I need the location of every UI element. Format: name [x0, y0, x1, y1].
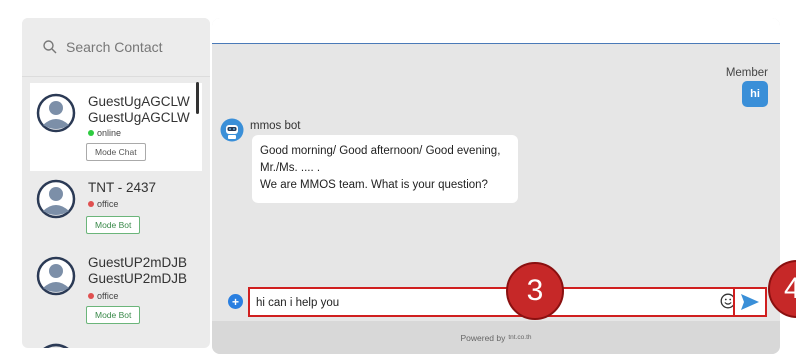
chat-console: Search Contact GuestUgAGCLW GuestUgAGCLW…	[0, 0, 796, 356]
mode-chat-button[interactable]: Mode Chat	[86, 143, 146, 161]
contact-name: TNT - 2437	[88, 180, 157, 195]
status-text: office	[97, 291, 119, 301]
avatar	[36, 179, 76, 219]
powered-by-label: Powered by	[460, 332, 506, 343]
mode-bot-button[interactable]: Mode Bot	[86, 306, 141, 324]
contact-name: GuestUP2mDJB GuestUP2mDJB	[88, 255, 188, 286]
avatar	[36, 93, 76, 133]
send-button[interactable]	[739, 292, 761, 312]
contact-list: GuestUgAGCLW GuestUgAGCLW online Mode Ch…	[22, 78, 210, 348]
scrollbar[interactable]	[196, 82, 199, 114]
status-dot	[88, 130, 94, 136]
chat-header	[212, 18, 780, 44]
avatar	[43, 343, 69, 348]
powered-by-domain: tnt.co.th	[508, 334, 532, 341]
contact-status: online	[88, 128, 121, 138]
avatar	[36, 256, 76, 296]
member-label: Member	[725, 67, 768, 79]
contact-item[interactable]: GuestUP2mDJB GuestUP2mDJB office Mode Bo…	[30, 250, 202, 340]
member-message: hi	[742, 81, 768, 107]
contact-status: office	[88, 291, 118, 301]
step-3-badge: 3	[506, 262, 564, 320]
bot-message-line: We are MMOS team. What is your question?	[260, 179, 488, 191]
bot-message-line: Good morning/ Good afternoon/ Good eveni…	[260, 145, 501, 157]
contact-status: office	[88, 199, 118, 209]
bot-message: Good morning/ Good afternoon/ Good eveni…	[252, 135, 518, 203]
message-input-highlight	[248, 287, 744, 317]
powered-by-footer: Powered by tnt.co.th	[212, 321, 780, 354]
contact-item[interactable]: TNT - 2437 office Mode Bot	[30, 173, 202, 253]
contact-sidebar: Search Contact GuestUgAGCLW GuestUgAGCLW…	[22, 18, 210, 348]
search-placeholder: Search Contact	[66, 39, 163, 55]
send-button-highlight	[733, 287, 767, 317]
search-icon	[43, 40, 57, 54]
status-text: online	[97, 128, 122, 138]
status-dot	[88, 201, 94, 207]
contact-item[interactable]: GuestUgAGCLW GuestUgAGCLW online Mode Ch…	[30, 83, 202, 171]
attach-plus-button[interactable]: +	[228, 294, 243, 309]
message-input[interactable]	[254, 292, 708, 314]
mode-bot-button[interactable]: Mode Bot	[86, 216, 141, 234]
bot-message-line: Mr./Ms. .... .	[260, 162, 321, 174]
contact-name: GuestUgAGCLW GuestUgAGCLW	[88, 94, 190, 125]
bot-avatar-icon	[220, 118, 244, 142]
search-contact-box[interactable]: Search Contact	[22, 18, 210, 77]
chat-panel: Member hi mmos bot Good morning/ Good af…	[212, 18, 780, 354]
bot-name: mmos bot	[250, 120, 301, 132]
status-dot	[88, 293, 94, 299]
status-text: office	[97, 199, 119, 209]
